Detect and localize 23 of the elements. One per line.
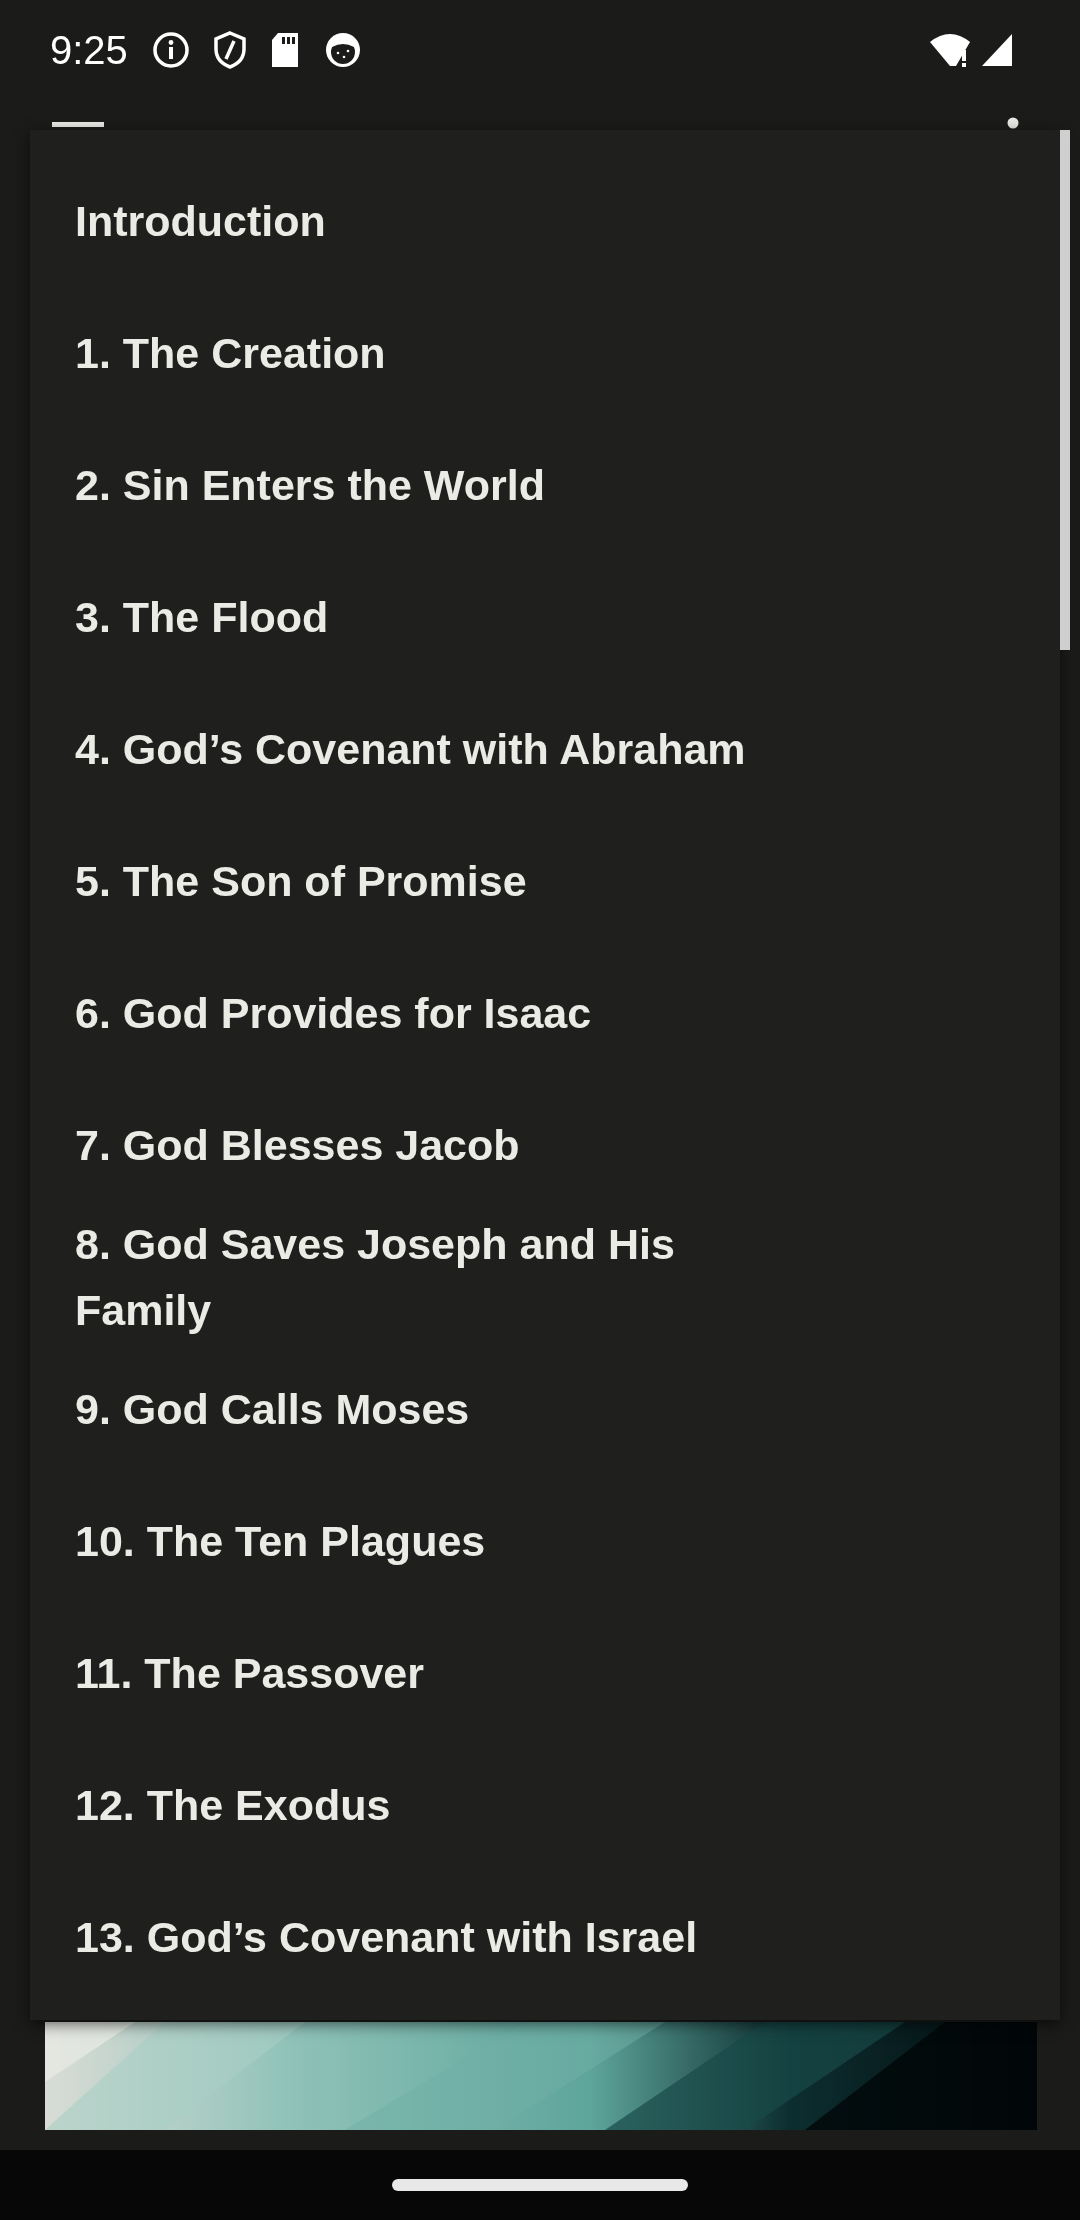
cat-icon	[323, 31, 362, 69]
status-time: 9:25	[50, 27, 128, 74]
menu-item[interactable]: 4. God’s Covenant with Abraham	[30, 683, 1060, 815]
menu-item[interactable]: 8. God Saves Joseph and His Family	[30, 1211, 1060, 1343]
menu-item[interactable]: 11. The Passover	[30, 1607, 1060, 1739]
menu-item[interactable]: 1. The Creation	[30, 287, 1060, 419]
menu-item[interactable]: 7. God Blesses Jacob	[30, 1079, 1060, 1211]
home-handle[interactable]	[392, 2179, 688, 2191]
shield-icon	[213, 31, 246, 69]
menu-item[interactable]: 6. God Provides for Isaac	[30, 947, 1060, 1079]
scrollbar-thumb[interactable]	[1060, 130, 1070, 650]
menu-item[interactable]: 5. The Son of Promise	[30, 815, 1060, 947]
menu-item[interactable]: 13. God’s Covenant with Israel	[30, 1871, 1060, 2003]
menu-item[interactable]: 3. The Flood	[30, 551, 1060, 683]
info-icon	[151, 31, 190, 69]
menu-item[interactable]: 2. Sin Enters the World	[30, 419, 1060, 551]
sd-card-icon	[269, 31, 300, 69]
menu-item[interactable]: 12. The Exodus	[30, 1739, 1060, 1871]
menu-item[interactable]: 10. The Ten Plagues	[30, 1475, 1060, 1607]
menu-item[interactable]: 9. God Calls Moses	[30, 1343, 1060, 1475]
signal-icon	[980, 32, 1014, 68]
wifi-alert-icon	[928, 32, 972, 68]
menu-item[interactable]: Introduction	[30, 155, 1060, 287]
